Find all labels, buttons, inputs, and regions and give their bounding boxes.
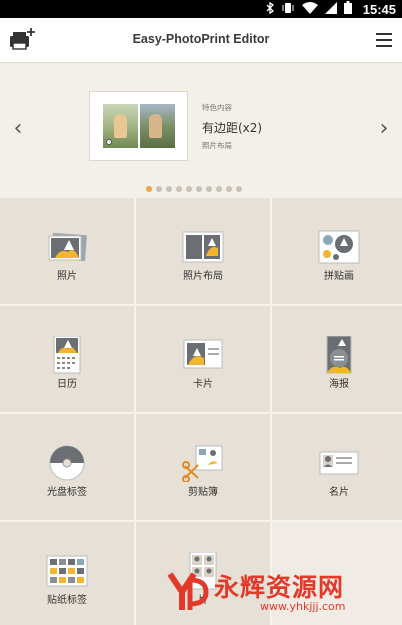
card-icon <box>183 339 223 369</box>
chevron-right-icon[interactable]: › <box>374 117 394 141</box>
app-bar: Easy-PhotoPrint Editor <box>0 18 402 63</box>
tile-label: 剪贴簿 <box>188 487 218 498</box>
status-time: 15:45 <box>362 1 396 17</box>
featured-name[interactable]: 有边距(x2) <box>202 119 262 136</box>
photo-layout-icon <box>182 231 224 263</box>
feature-grid: 照片 照片布局 拼贴画 日历 卡片 海报 光盘标签 剪贴簿 名片 贴纸标签 片 <box>0 198 402 625</box>
watermark-url: www.yhkjjj.com <box>260 600 346 613</box>
page-dot[interactable] <box>156 186 162 192</box>
battery-icon <box>343 1 352 17</box>
tile-business-card[interactable]: 名片 <box>272 414 402 520</box>
page-dot[interactable] <box>166 186 172 192</box>
business-card-icon <box>319 451 359 475</box>
sticker-label-icon <box>46 555 88 587</box>
page-dot[interactable] <box>236 186 242 192</box>
page-dot[interactable] <box>186 186 192 192</box>
tile-label: 海报 <box>329 379 349 390</box>
featured-subtitle: 照片布局 <box>202 141 232 150</box>
featured-carousel[interactable]: ‹ 特色内容 有边距(x2) 照片布局 › <box>0 64 402 198</box>
page-indicator <box>146 186 242 192</box>
disc-label-icon <box>49 445 85 481</box>
tile-label: 日历 <box>57 379 77 390</box>
tile-label: 照片 <box>57 271 77 282</box>
tile-sticker-label[interactable]: 贴纸标签 <box>0 522 134 625</box>
tile-label: 照片布局 <box>183 271 223 282</box>
tile-label: 贴纸标签 <box>47 595 87 606</box>
tile-photo-layout[interactable]: 照片布局 <box>136 198 270 304</box>
page-dot[interactable] <box>176 186 182 192</box>
tile-poster[interactable]: 海报 <box>272 306 402 412</box>
bluetooth-icon <box>266 1 274 17</box>
tile-scrapbook[interactable]: 剪贴簿 <box>136 414 270 520</box>
watermark-text: 永辉资源网 <box>214 573 345 602</box>
chevron-left-icon[interactable]: ‹ <box>8 117 28 141</box>
photo-icon <box>48 232 87 262</box>
status-bar: 15:45 <box>0 0 402 18</box>
vibrate-icon <box>281 2 295 17</box>
tile-label: 拼贴画 <box>324 271 354 282</box>
page-dot[interactable] <box>206 186 212 192</box>
tile-label: 卡片 <box>193 379 213 390</box>
featured-photo-1 <box>103 104 138 148</box>
watermark-logo <box>166 570 210 614</box>
tile-collage[interactable]: 拼贴画 <box>272 198 402 304</box>
featured-thumbnail[interactable] <box>89 91 188 161</box>
page-dot[interactable] <box>196 186 202 192</box>
tile-label: 名片 <box>329 487 349 498</box>
tile-calendar[interactable]: 日历 <box>0 306 134 412</box>
collage-icon <box>318 230 360 264</box>
signal-icon <box>324 1 337 17</box>
wifi-icon <box>301 1 318 17</box>
featured-photo-2 <box>140 104 175 148</box>
tile-disc-label[interactable]: 光盘标签 <box>0 414 134 520</box>
poster-icon <box>326 336 352 374</box>
page-dot[interactable] <box>146 186 152 192</box>
tile-card[interactable]: 卡片 <box>136 306 270 412</box>
tile-photo[interactable]: 照片 <box>0 198 134 304</box>
calendar-icon <box>53 336 81 374</box>
hamburger-menu-icon[interactable] <box>376 33 392 47</box>
scrapbook-icon <box>182 445 223 482</box>
app-title: Easy-PhotoPrint Editor <box>132 32 270 46</box>
featured-tag: 特色内容 <box>202 103 232 112</box>
page-dot[interactable] <box>226 186 232 192</box>
tile-label: 光盘标签 <box>47 487 87 498</box>
page-dot[interactable] <box>216 186 222 192</box>
